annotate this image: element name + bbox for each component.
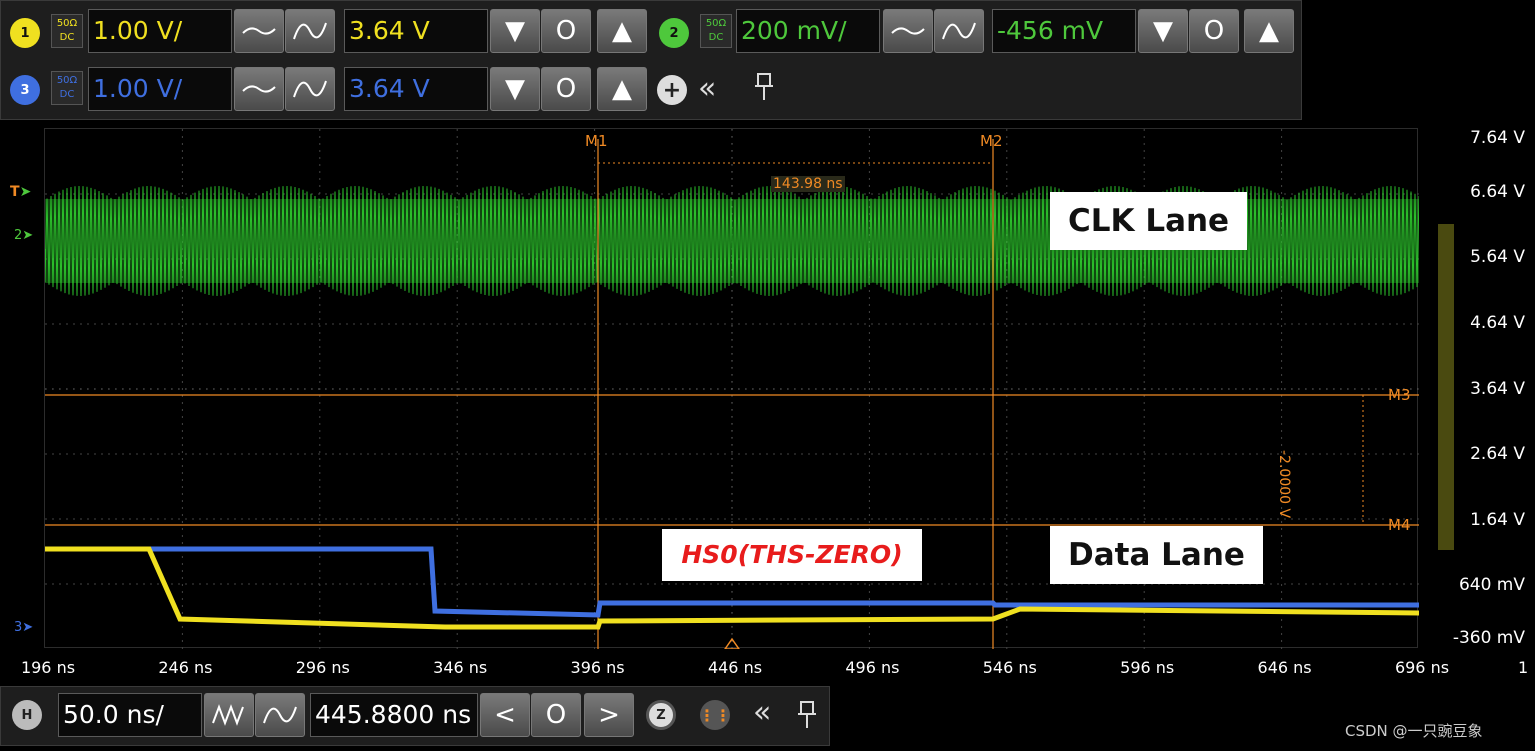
coupling-mode: DC: [59, 89, 75, 100]
channel-3-coupling[interactable]: 50Ω DC: [51, 71, 83, 105]
waveform-smooth-icon: [891, 27, 925, 35]
x-axis-tick-label: 346 ns: [433, 658, 488, 677]
horizontal-filter-button[interactable]: [204, 693, 254, 737]
channel-3-badge[interactable]: 3: [10, 75, 40, 105]
x-axis-tick-label: 296 ns: [295, 658, 350, 677]
x-axis-tick-label: 196 ns: [20, 658, 76, 677]
channel-2-coupling[interactable]: 50Ω DC: [700, 14, 732, 48]
channel-2-badge[interactable]: 2: [659, 18, 689, 48]
channel-2-wave-button[interactable]: [934, 9, 984, 53]
pin-icon[interactable]: [753, 71, 775, 103]
channel-3-offset-zero[interactable]: O: [541, 67, 591, 111]
channel-1-offset-down[interactable]: ▼: [490, 9, 540, 53]
zoom-icon[interactable]: Z: [646, 700, 676, 730]
channel-2-offset-zero[interactable]: O: [1189, 9, 1239, 53]
waveform-sine-icon: [293, 80, 327, 98]
waveform-sine-icon: [212, 704, 244, 726]
data-lane-label: Data Lane: [1050, 526, 1263, 584]
x-axis-tick-label: 396 ns: [570, 658, 625, 677]
coupling-impedance: 50Ω: [56, 18, 78, 29]
hs0-annotation: HS0(THS-ZERO): [662, 529, 922, 581]
channel-3-offset-down[interactable]: ▼: [490, 67, 540, 111]
clk-lane-label: CLK Lane: [1050, 192, 1248, 250]
waveform-sine-icon: [942, 22, 976, 40]
channel-2-offset-up[interactable]: ▲: [1244, 9, 1294, 53]
coupling-impedance: 50Ω: [705, 18, 727, 29]
x-axis-tick-label: 596 ns: [1120, 658, 1175, 677]
channel-1-offset-zero[interactable]: O: [541, 9, 591, 53]
pin-icon[interactable]: [796, 699, 818, 731]
waveform-sine-icon: [293, 22, 327, 40]
marker-m2-label[interactable]: M2: [980, 132, 1003, 150]
marker-m3-label[interactable]: M3: [1388, 386, 1411, 404]
add-channel-icon[interactable]: +: [657, 75, 687, 105]
acquire-icon[interactable]: ⋮⋮: [699, 700, 731, 730]
horizontal-wave-button[interactable]: [255, 693, 305, 737]
x-axis-tick-label: 696 ns: [1394, 658, 1450, 677]
horizontal-position-left[interactable]: <: [480, 693, 530, 737]
horizontal-scale[interactable]: 50.0 ns/: [58, 693, 202, 737]
x-axis-tick-label: 546 ns: [982, 658, 1037, 677]
x-axis-tick-label: 446 ns: [707, 658, 763, 677]
channel-1-coupling[interactable]: 50Ω DC: [51, 14, 83, 48]
channel-1-filter-button[interactable]: [234, 9, 284, 53]
channel-3-ground-marker[interactable]: 3➤: [14, 620, 33, 635]
trigger-level-marker[interactable]: T➤: [10, 184, 31, 200]
channel-3-scale[interactable]: 1.00 V/: [88, 67, 232, 111]
channel-2-offset[interactable]: -456 mV: [992, 9, 1136, 53]
ground-arrow-icon: ➤: [22, 620, 34, 635]
channel-3-offset[interactable]: 3.64 V: [344, 67, 488, 111]
y-axis-tick-label: 6.64 V: [1470, 182, 1525, 202]
x-axis-tick-label: 646 ns: [1257, 658, 1312, 677]
watermark: CSDN @一只豌豆象: [1345, 722, 1483, 740]
y-axis-tick-label: 640 mV: [1458, 575, 1525, 595]
horizontal-toolbar: H 50.0 ns/ 445.8800 ns < O > Z ⋮⋮ «: [0, 686, 830, 746]
horizontal-badge[interactable]: H: [12, 700, 42, 730]
delta-voltage-readout: -2.0000 V: [1276, 450, 1292, 519]
y-axis-tick-label: 7.64 V: [1470, 128, 1525, 148]
x-axis-tick-label: 496 ns: [845, 658, 900, 677]
channel-1-offset[interactable]: 3.64 V: [344, 9, 488, 53]
collapse-icon[interactable]: «: [753, 695, 771, 730]
channel-1-scale[interactable]: 1.00 V/: [88, 9, 232, 53]
trigger-label: T: [10, 184, 20, 200]
collapse-icon[interactable]: «: [698, 71, 716, 106]
channel-3-wave-button[interactable]: [285, 67, 335, 111]
channel-2-offset-down[interactable]: ▼: [1138, 9, 1188, 53]
ground-arrow-icon: ➤: [22, 228, 34, 243]
horizontal-position-zero[interactable]: O: [531, 693, 581, 737]
channel-2-filter-button[interactable]: [883, 9, 933, 53]
y-axis-tick-label: -360 mV: [1452, 628, 1525, 648]
coupling-impedance: 50Ω: [56, 75, 78, 86]
waveform-smooth-icon: [242, 27, 276, 35]
channel-3-offset-up[interactable]: ▲: [597, 67, 647, 111]
waveform-smooth-icon: [242, 85, 276, 93]
channel-2-scale[interactable]: 200 mV/: [736, 9, 880, 53]
coupling-mode: DC: [708, 32, 724, 43]
channel-1-wave-button[interactable]: [285, 9, 335, 53]
level-indicator-bar: [1438, 224, 1454, 550]
trigger-arrow-icon: ➤: [19, 184, 32, 200]
channel-1-offset-up[interactable]: ▲: [597, 9, 647, 53]
marker-m1-label[interactable]: M1: [585, 132, 608, 150]
channel-3-filter-button[interactable]: [234, 67, 284, 111]
channel-toolbar: 1 50Ω DC 1.00 V/ 3.64 V ▼ O ▲ 2 50Ω DC 2…: [0, 0, 1302, 120]
horizontal-position-right[interactable]: >: [584, 693, 634, 737]
horizontal-position[interactable]: 445.8800 ns: [310, 693, 478, 737]
channel-1-badge[interactable]: 1: [10, 18, 40, 48]
x-axis-tick-label: 246 ns: [158, 658, 213, 677]
coupling-mode: DC: [59, 32, 75, 43]
channel-2-ground-marker[interactable]: 2➤: [14, 228, 33, 243]
x-axis-right-label: 1: [1518, 658, 1529, 677]
marker-m4-label[interactable]: M4: [1388, 516, 1411, 534]
waveform-smooth-icon: [263, 706, 297, 724]
delta-time-readout: 143.98 ns: [771, 176, 845, 192]
